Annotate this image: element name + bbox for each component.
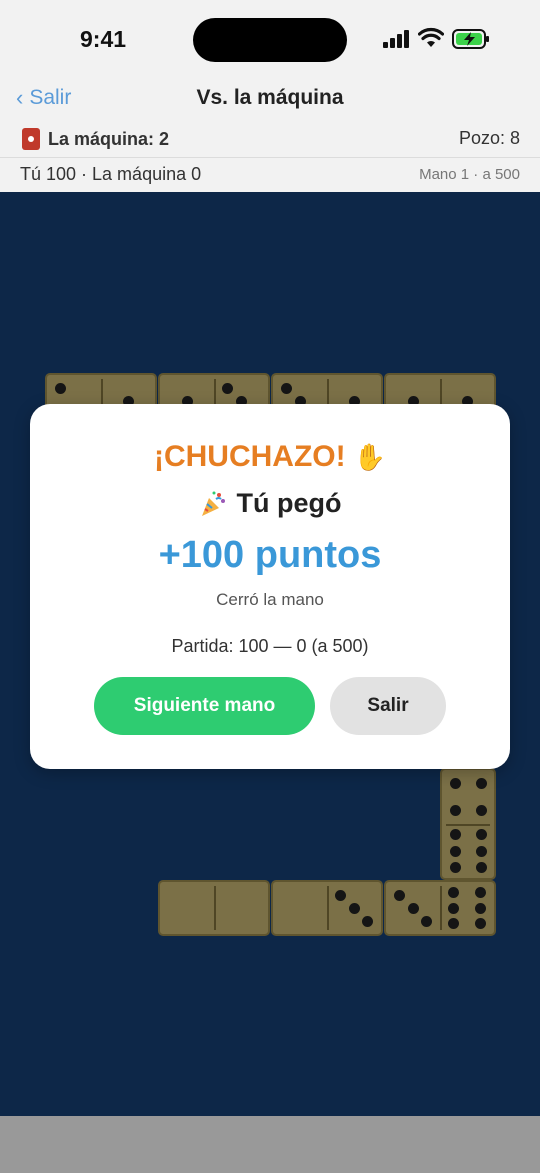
domino-pip: [475, 861, 487, 873]
score-line: Tú 100 · La máquina 0: [20, 164, 202, 184]
domino-pip: [448, 902, 459, 914]
domino-tile[interactable]: [384, 880, 496, 936]
raised-hand-icon: ✋: [353, 442, 386, 472]
domino-tile[interactable]: [158, 880, 270, 936]
result-reason: Cerró la mano: [216, 590, 324, 609]
bottom-hand-area: [0, 1116, 540, 1173]
result-subtitle: Tú pegó: [30, 488, 510, 519]
domino-pip: [348, 902, 360, 914]
status-bar: 9:41: [0, 0, 540, 80]
domino-pip: [475, 886, 486, 898]
domino-pip: [421, 915, 432, 927]
domino-pip: [448, 886, 459, 898]
result-title-text: ¡CHUCHAZO!: [153, 440, 346, 473]
opponent-count: La máquina: 2: [48, 128, 170, 149]
domino-pip: [449, 861, 461, 873]
round-result-modal: ¡CHUCHAZO! ✋ Tú pegó +100 puntos Cerró la…: [30, 404, 510, 769]
domino-tile[interactable]: [271, 880, 383, 936]
battery-charging-icon: [452, 29, 489, 49]
domino-pip: [449, 778, 461, 789]
result-title: ¡CHUCHAZO! ✋: [30, 440, 510, 474]
domino-pip: [335, 889, 346, 901]
domino-pip: [475, 805, 487, 816]
wifi-icon: [418, 27, 444, 47]
points-earned: +100 puntos: [158, 534, 382, 576]
match-score: Partida: 100 — 0 (a 500): [171, 636, 369, 656]
domino-pip: [475, 902, 486, 914]
domino-pip: [475, 829, 487, 841]
opponent-info: La máquina: 2: [22, 128, 169, 150]
opponent-bar: La máquina: 2 Pozo: 8: [0, 120, 540, 158]
pool-count: Pozo: 8: [458, 128, 520, 148]
back-button[interactable]: ‹ Salir: [16, 86, 71, 110]
domino-pip: [475, 918, 486, 930]
domino-pip: [449, 845, 461, 857]
domino-pip: [475, 778, 487, 789]
domino-pip: [55, 382, 66, 394]
page-title: Vs. la máquina: [196, 86, 344, 109]
domino-pip: [281, 382, 292, 394]
signal-icon: [383, 30, 409, 48]
domino-pip: [222, 382, 233, 394]
domino-pip: [449, 829, 461, 841]
back-label: Salir: [29, 86, 72, 109]
next-hand-button[interactable]: Siguiente mano: [94, 677, 315, 735]
domino-tile[interactable]: [440, 768, 496, 880]
domino-pip: [407, 902, 419, 914]
nav-bar: ‹ Salir Vs. la máquina: [0, 80, 540, 120]
score-bar: Tú 100 · La máquina 0 Mano 1 · a 500: [0, 158, 540, 192]
dynamic-island: [193, 18, 347, 62]
status-time: 9:41: [80, 26, 127, 52]
exit-button[interactable]: Salir: [330, 677, 446, 735]
party-popper-icon: [201, 491, 225, 516]
result-subtitle-text: Tú pegó: [236, 488, 342, 518]
chevron-left-icon: ‹: [16, 85, 24, 110]
domino-pip: [448, 918, 459, 930]
domino-pip: [362, 915, 373, 927]
domino-pip: [449, 805, 461, 816]
domino-pip: [475, 845, 487, 857]
domino-pip: [394, 889, 405, 901]
domino-tile-icon: [22, 128, 40, 150]
hand-info: Mano 1 · a 500: [419, 166, 520, 183]
